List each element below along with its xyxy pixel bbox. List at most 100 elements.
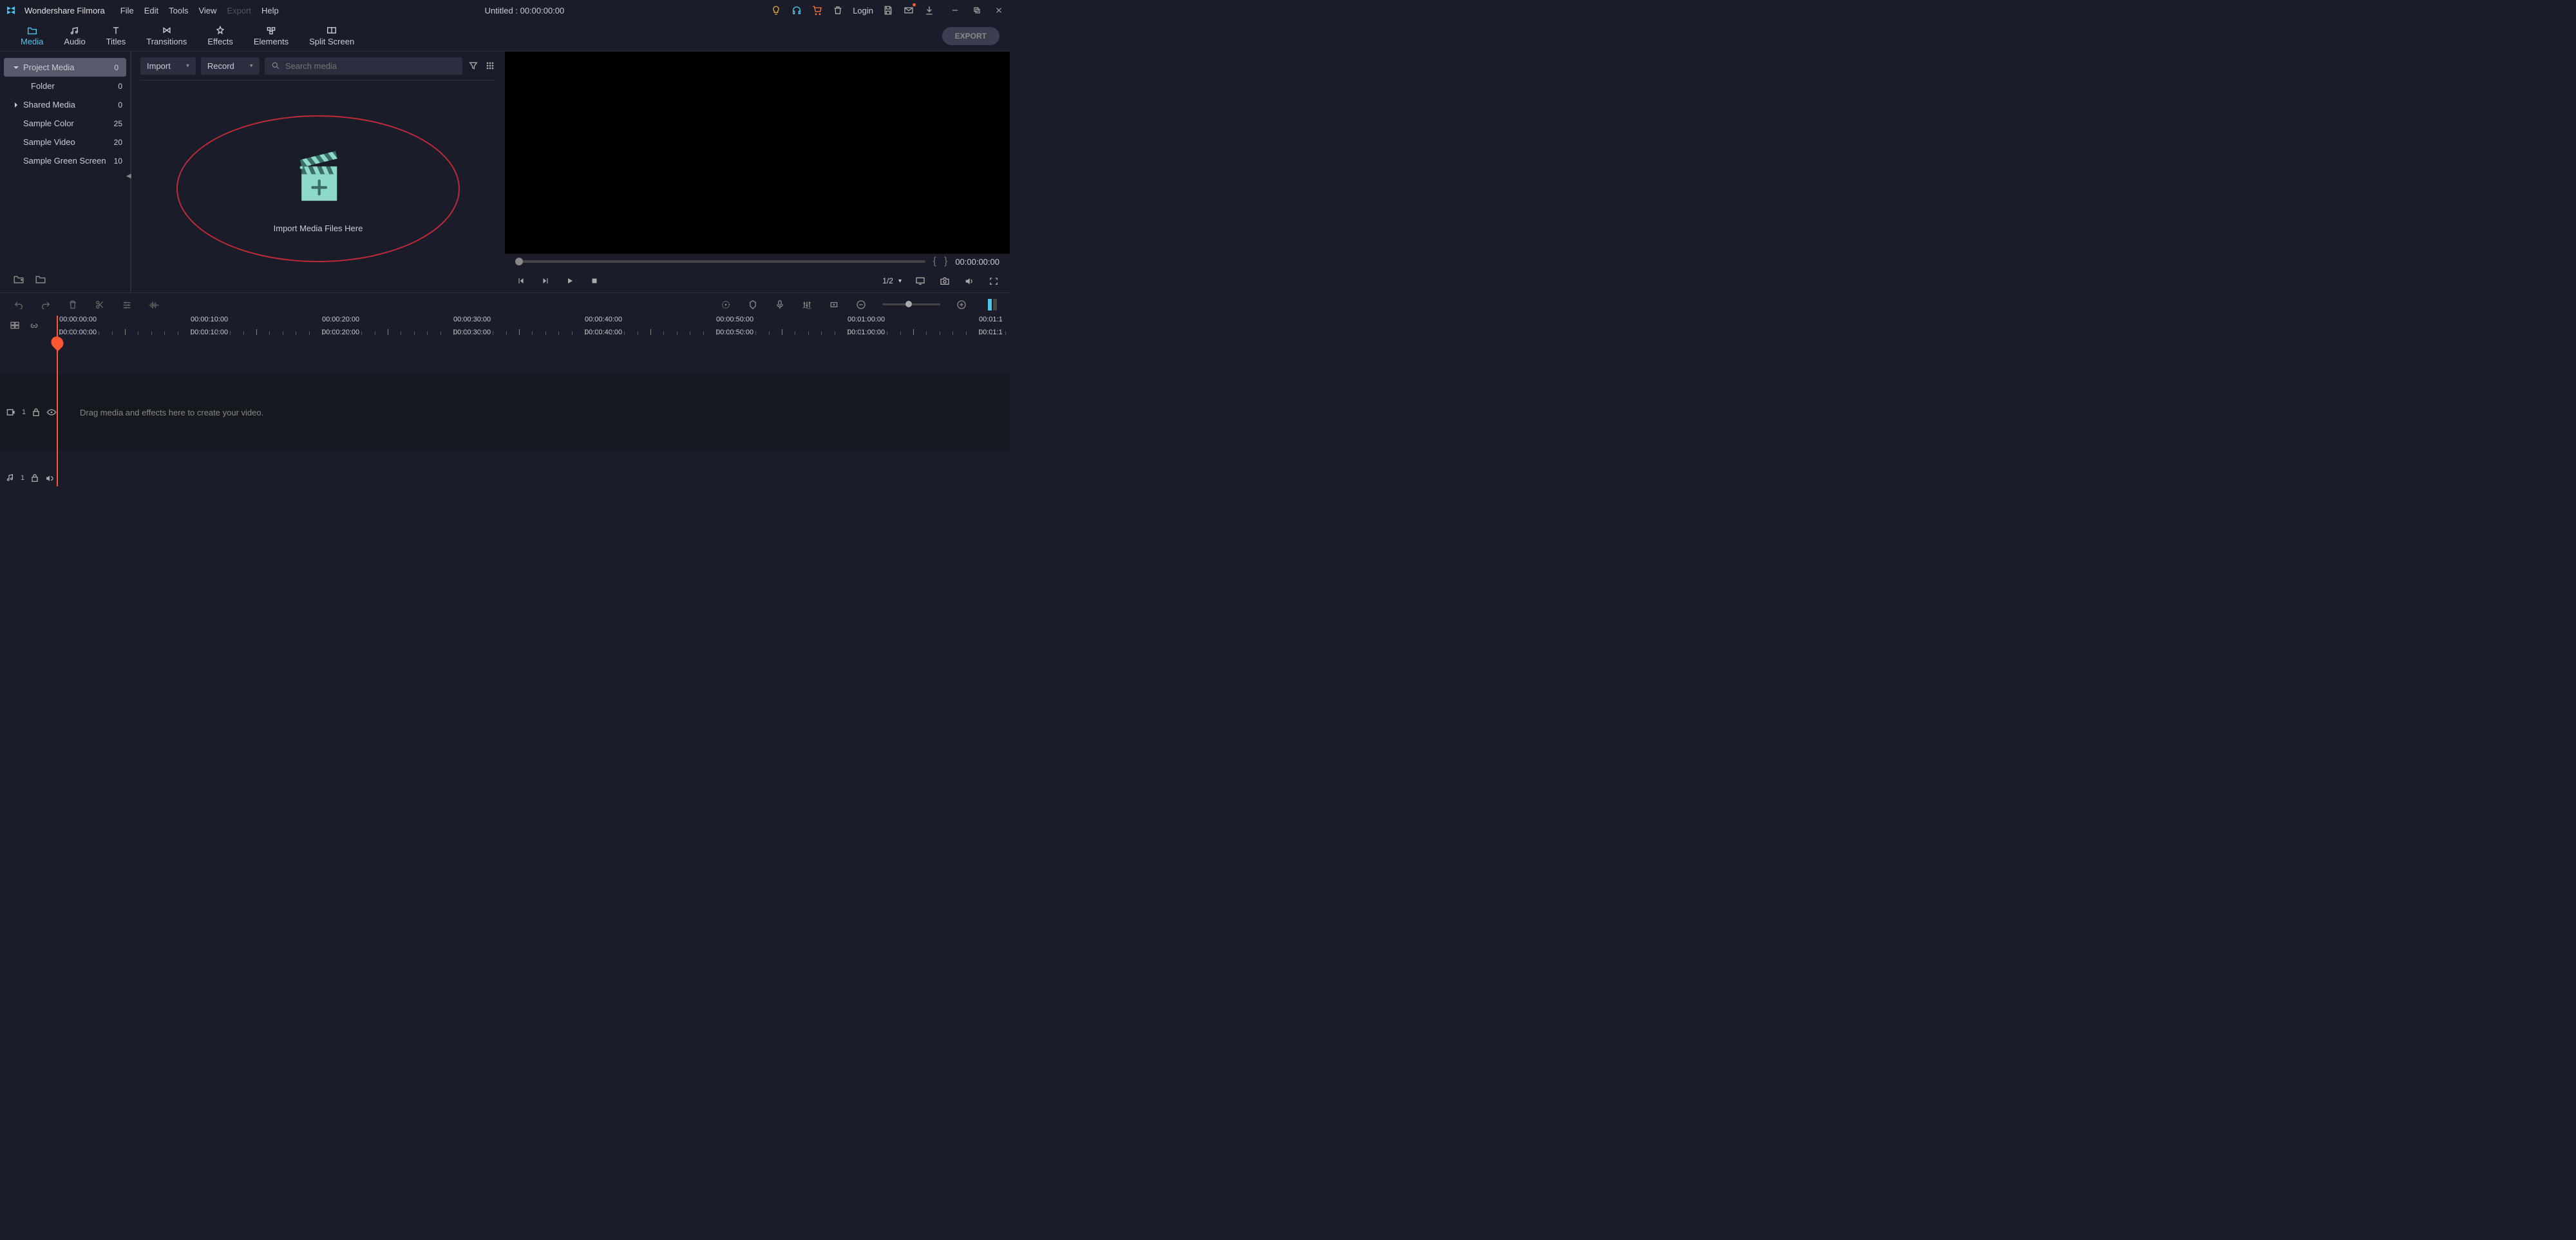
sidebar-count: 10 bbox=[114, 157, 122, 166]
tab-titles[interactable]: Titles bbox=[96, 23, 137, 49]
crop-icon[interactable] bbox=[828, 299, 840, 310]
preview-video[interactable] bbox=[505, 52, 1010, 254]
search-media-input[interactable] bbox=[265, 57, 462, 75]
grid-view-icon[interactable] bbox=[484, 60, 496, 72]
menu-edit[interactable]: Edit bbox=[144, 6, 158, 15]
main-tabs: Media Audio Titles Transitions Effects E… bbox=[0, 21, 1010, 52]
next-frame-button[interactable] bbox=[540, 275, 551, 287]
maximize-icon[interactable] bbox=[971, 5, 983, 16]
menu-file[interactable]: File bbox=[120, 6, 134, 15]
lock-icon[interactable] bbox=[32, 408, 40, 417]
tab-transitions[interactable]: Transitions bbox=[136, 23, 197, 49]
render-preview-icon[interactable] bbox=[720, 299, 732, 310]
split-icon[interactable] bbox=[94, 299, 106, 310]
sidebar-item-folder[interactable]: Folder 0 bbox=[0, 77, 130, 95]
trash-icon[interactable] bbox=[832, 5, 844, 16]
redo-icon[interactable] bbox=[40, 299, 52, 310]
record-dropdown[interactable]: Record▾ bbox=[201, 57, 260, 75]
timeline-toolbar bbox=[0, 292, 1010, 316]
lock-icon[interactable] bbox=[31, 473, 39, 482]
eye-icon[interactable] bbox=[46, 408, 57, 416]
sidebar-collapse-handle[interactable]: ◀ bbox=[126, 173, 131, 183]
minimize-icon[interactable] bbox=[949, 5, 961, 16]
sidebar-count: 0 bbox=[114, 63, 118, 72]
lightbulb-icon[interactable] bbox=[770, 5, 782, 16]
zoom-fit-button[interactable] bbox=[988, 299, 997, 310]
export-button[interactable]: EXPORT bbox=[942, 27, 999, 45]
track-manage-icon[interactable] bbox=[9, 320, 21, 331]
login-button[interactable]: Login bbox=[853, 6, 873, 15]
menu-help[interactable]: Help bbox=[261, 6, 279, 15]
delete-icon[interactable] bbox=[67, 299, 79, 310]
sidebar-item-sample-video[interactable]: Sample Video 20 bbox=[0, 133, 130, 151]
display-settings-icon[interactable] bbox=[914, 275, 926, 287]
menu-tools[interactable]: Tools bbox=[169, 6, 188, 15]
fullscreen-icon[interactable] bbox=[988, 275, 999, 287]
sidebar-label: Sample Video bbox=[23, 137, 75, 147]
prev-frame-button[interactable] bbox=[515, 275, 527, 287]
menu-view[interactable]: View bbox=[198, 6, 216, 15]
mark-out-button[interactable]: } bbox=[944, 256, 947, 267]
import-dropdown[interactable]: Import ▾ bbox=[140, 57, 196, 75]
close-icon[interactable] bbox=[993, 5, 1005, 16]
filter-icon[interactable] bbox=[468, 60, 479, 72]
sidebar-item-sample-color[interactable]: Sample Color 25 bbox=[0, 114, 130, 133]
volume-icon[interactable] bbox=[963, 275, 975, 287]
cart-icon[interactable] bbox=[811, 5, 823, 16]
video-track[interactable]: 1 Drag media and effects here to create … bbox=[0, 375, 1010, 450]
folder-open-icon[interactable] bbox=[35, 274, 46, 285]
marker-icon[interactable] bbox=[747, 299, 759, 310]
sidebar-item-project-media[interactable]: Project Media 0 bbox=[4, 58, 126, 77]
zoom-slider[interactable] bbox=[882, 303, 940, 305]
stop-button[interactable] bbox=[589, 275, 600, 287]
undo-icon[interactable] bbox=[13, 299, 24, 310]
transitions-icon bbox=[161, 25, 173, 35]
chevron-down-icon: ▾ bbox=[186, 62, 189, 70]
download-icon[interactable] bbox=[923, 5, 935, 16]
import-dropzone[interactable]: Import Media Files Here bbox=[131, 84, 505, 292]
sidebar-label: Shared Media bbox=[23, 100, 75, 110]
mark-in-button[interactable]: { bbox=[933, 256, 936, 267]
snapshot-icon[interactable] bbox=[939, 275, 951, 287]
tab-label: Audio bbox=[64, 37, 85, 46]
audio-waveform-icon[interactable] bbox=[148, 299, 160, 310]
track-index: 1 bbox=[21, 474, 24, 482]
sidebar-label: Sample Green Screen bbox=[23, 156, 106, 166]
tab-label: Elements bbox=[254, 37, 289, 46]
timeline-ruler[interactable]: 00:00:00:0000:00:10:0000:00:20:0000:00:3… bbox=[0, 316, 1010, 335]
zoom-in-icon[interactable] bbox=[956, 299, 967, 310]
preview-scale-dropdown[interactable]: 1/2▾ bbox=[882, 276, 902, 285]
zoom-out-icon[interactable] bbox=[855, 299, 867, 310]
titlebar: Wondershare Filmora File Edit Tools View… bbox=[0, 0, 1010, 21]
tab-label: Media bbox=[21, 37, 43, 46]
sidebar-label: Sample Color bbox=[23, 119, 74, 128]
tab-elements[interactable]: Elements bbox=[243, 23, 299, 49]
dropdown-label: Import bbox=[147, 61, 171, 71]
chevron-right-icon bbox=[13, 102, 19, 108]
link-icon[interactable] bbox=[28, 320, 40, 331]
audio-track[interactable]: 1 bbox=[0, 469, 1010, 487]
headphones-icon[interactable] bbox=[791, 5, 802, 16]
tab-effects[interactable]: Effects bbox=[197, 23, 243, 49]
sidebar-item-sample-green-screen[interactable]: Sample Green Screen 10 bbox=[0, 151, 130, 170]
tab-media[interactable]: Media bbox=[10, 23, 53, 49]
play-button[interactable] bbox=[564, 275, 576, 287]
menu-export[interactable]: Export bbox=[227, 6, 251, 15]
mute-icon[interactable] bbox=[45, 474, 54, 482]
search-field[interactable] bbox=[285, 61, 456, 71]
app-name: Wondershare Filmora bbox=[24, 6, 105, 15]
tab-split-screen[interactable]: Split Screen bbox=[299, 23, 365, 49]
sidebar-item-shared-media[interactable]: Shared Media 0 bbox=[0, 95, 130, 114]
save-icon[interactable] bbox=[882, 5, 894, 16]
tab-label: Transitions bbox=[146, 37, 187, 46]
track-index: 1 bbox=[22, 408, 26, 416]
preview-scrubber[interactable] bbox=[515, 260, 925, 263]
mail-icon[interactable] bbox=[903, 5, 914, 16]
adjust-icon[interactable] bbox=[121, 299, 133, 310]
tab-audio[interactable]: Audio bbox=[53, 23, 95, 49]
audio-mixer-icon[interactable] bbox=[801, 299, 813, 310]
new-folder-icon[interactable] bbox=[13, 274, 24, 285]
mic-icon[interactable] bbox=[774, 299, 786, 310]
playhead[interactable] bbox=[57, 316, 58, 486]
sidebar-count: 0 bbox=[118, 100, 122, 110]
